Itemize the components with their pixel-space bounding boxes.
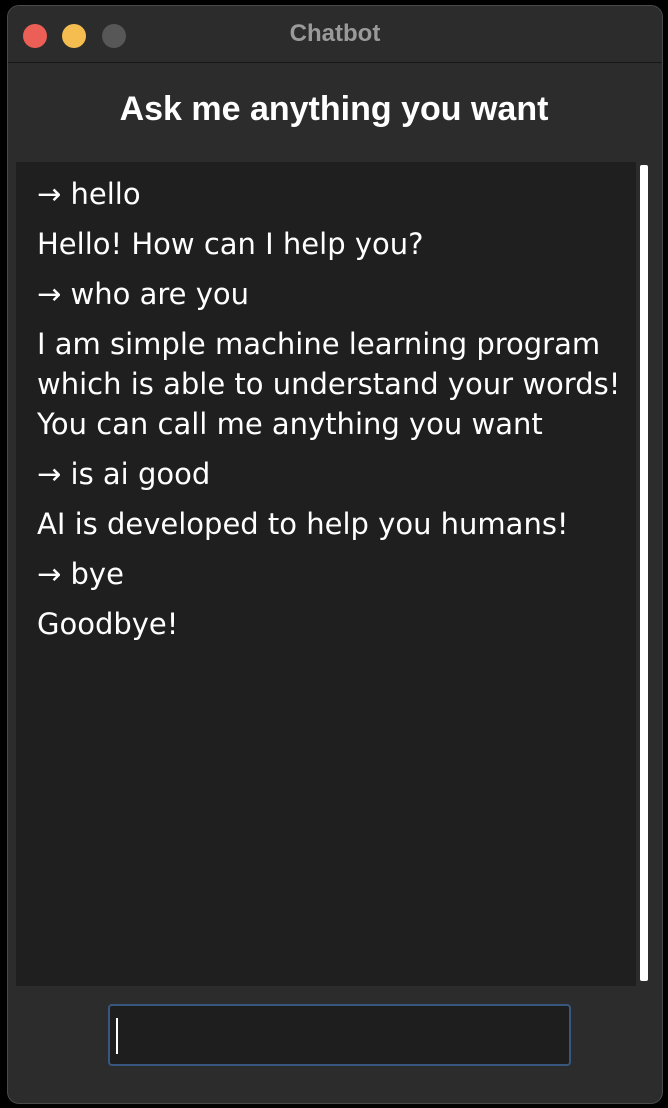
chatbot-window: Chatbot bbox=[7, 5, 663, 1104]
title-bar[interactable]: Chatbot bbox=[8, 6, 662, 63]
window-title: Chatbot bbox=[289, 20, 381, 47]
page-heading: Ask me anything you want bbox=[119, 90, 549, 128]
message-input[interactable] bbox=[108, 1004, 571, 1066]
